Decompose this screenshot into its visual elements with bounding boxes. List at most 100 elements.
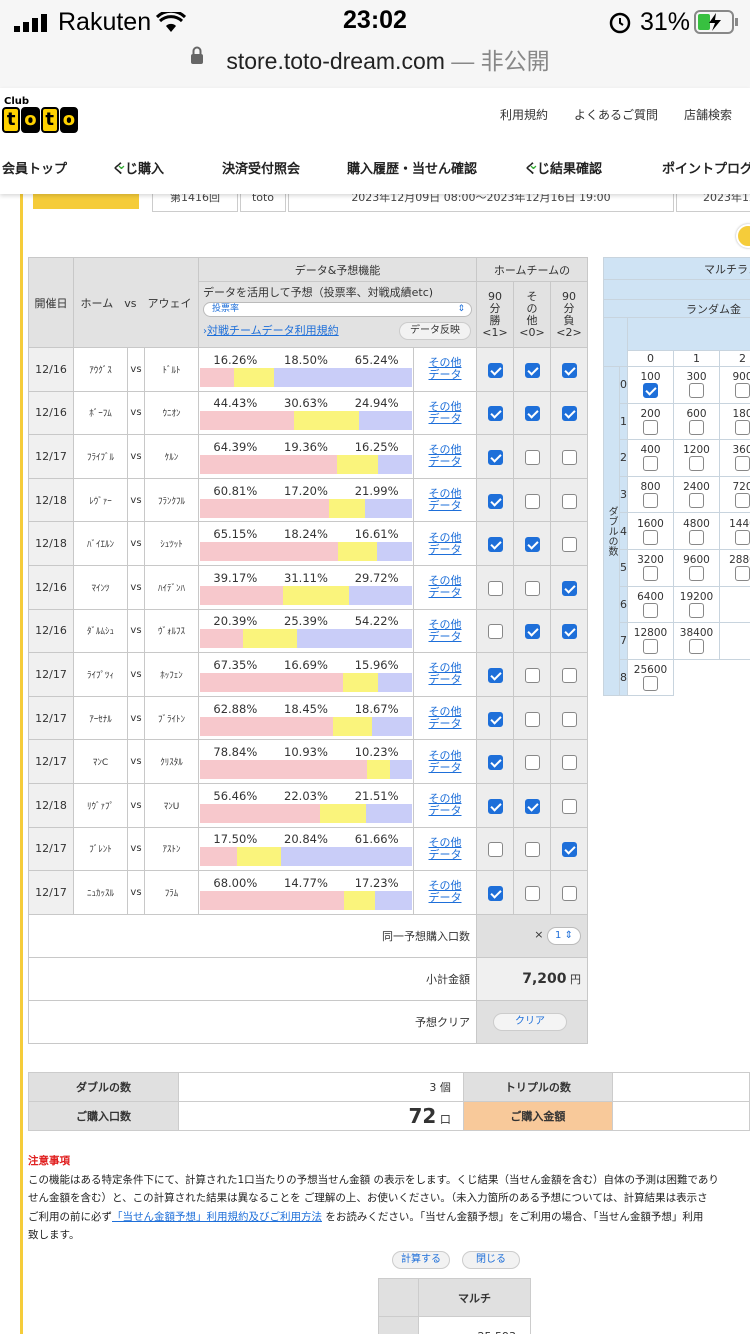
multi-random-checkbox[interactable] (689, 493, 704, 509)
link-terms[interactable]: 利用規約 (500, 106, 548, 123)
pick-checkbox-2[interactable] (561, 885, 577, 901)
pick-checkbox-0[interactable] (524, 580, 540, 596)
pick-checkbox-2[interactable] (561, 406, 577, 422)
pick-checkbox-2[interactable] (561, 493, 577, 509)
other-data-link[interactable]: その他 データ (413, 652, 477, 697)
pick-checkbox-0[interactable] (524, 406, 540, 422)
multi-random-checkbox[interactable] (643, 639, 658, 655)
vote-rate-bar: 20.39% 25.39% 54.22% (198, 608, 414, 654)
multi-random-checkbox[interactable] (735, 566, 750, 582)
url-bar[interactable]: store.toto-dream.com — 非公開 (0, 42, 750, 76)
pick-checkbox-1[interactable] (487, 406, 503, 422)
multi-random-checkbox[interactable] (689, 639, 704, 655)
pick-checkbox-2[interactable] (561, 667, 577, 683)
pick-checkbox-0[interactable] (524, 537, 540, 553)
nav-member-top[interactable]: 会員トップ (2, 158, 67, 177)
other-data-link[interactable]: その他 データ (413, 608, 477, 654)
multi-random-checkbox[interactable] (735, 419, 750, 435)
other-data-link[interactable]: その他 データ (413, 347, 477, 392)
pick-checkbox-1[interactable] (487, 362, 503, 378)
other-data-link[interactable]: その他 データ (413, 564, 477, 610)
multi-random-checkbox[interactable] (735, 493, 750, 509)
multi-random-checkbox[interactable] (643, 493, 658, 509)
other-data-link[interactable]: その他 データ (413, 782, 477, 828)
pick-checkbox-1[interactable] (487, 624, 503, 640)
pick-checkbox-0[interactable] (524, 798, 540, 814)
result-table: マルチ 25,593 (378, 1278, 531, 1334)
pick-checkbox-2[interactable] (561, 580, 577, 596)
pick-checkbox-0[interactable] (524, 885, 540, 901)
multi-random-checkbox[interactable] (643, 456, 658, 472)
pick-checkbox-1[interactable] (487, 537, 503, 553)
pick-checkbox-0[interactable] (524, 755, 540, 771)
pick-checkbox-1[interactable] (487, 798, 503, 814)
other-data-link[interactable]: その他 データ (413, 870, 477, 915)
other-data-link[interactable]: その他 データ (413, 390, 477, 436)
terms-link[interactable]: 対戦チームデータ利用規約 (207, 324, 339, 337)
pick-checkbox-2[interactable] (561, 755, 577, 771)
help-coin-icon[interactable] (736, 224, 750, 248)
pick-checkbox-1[interactable] (487, 755, 503, 771)
multi-random-cell: 400 (627, 439, 674, 477)
pick-checkbox-1[interactable] (487, 711, 503, 727)
pick-checkbox-2[interactable] (561, 537, 577, 553)
multi-random-checkbox[interactable] (643, 419, 658, 435)
same-count-select[interactable]: 1 ⇕ (547, 926, 581, 945)
other-data-link[interactable]: その他 データ (413, 826, 477, 872)
pick-checkbox-1[interactable] (487, 842, 503, 858)
other-data-link[interactable]: その他 データ (413, 434, 477, 479)
multi-random-checkbox[interactable] (689, 566, 704, 582)
pick-checkbox-2[interactable] (561, 711, 577, 727)
close-button[interactable]: 閉じる (462, 1251, 520, 1269)
pick-checkbox-2[interactable] (561, 449, 577, 465)
pick-checkbox-1[interactable] (487, 667, 503, 683)
data-type-select[interactable]: 投票率 ⇕ (203, 302, 472, 317)
calculate-button[interactable]: 計算する (392, 1251, 450, 1269)
pick-checkbox-1[interactable] (487, 580, 503, 596)
multi-random-checkbox[interactable] (735, 383, 750, 399)
pick-checkbox-2[interactable] (561, 842, 577, 858)
multi-random-checkbox[interactable] (643, 602, 658, 618)
toto-logo[interactable]: Club toto (2, 96, 80, 138)
pick-checkbox-2[interactable] (561, 624, 577, 640)
clear-button[interactable]: クリア (493, 1012, 567, 1031)
pick-checkbox-1[interactable] (487, 449, 503, 465)
prediction-terms-link[interactable]: 「当せん金額予想」利用規約及びご利用方法 (112, 1211, 322, 1223)
multi-random-checkbox[interactable] (689, 529, 704, 545)
other-data-link[interactable]: その他 データ (413, 695, 477, 741)
link-store-search[interactable]: 店舗検索 (684, 106, 732, 123)
pick-checkbox-2[interactable] (561, 798, 577, 814)
double-count: 1 (619, 402, 628, 441)
nav-points[interactable]: ポイントプログ (662, 158, 750, 177)
pick-checkbox-0[interactable] (524, 842, 540, 858)
pick-checkbox-0[interactable] (524, 493, 540, 509)
vote-bar-home (200, 411, 295, 431)
pick-checkbox-2[interactable] (561, 362, 577, 378)
pick-checkbox-1[interactable] (487, 493, 503, 509)
pick-checkbox-0[interactable] (524, 449, 540, 465)
multi-random-checkbox[interactable] (689, 602, 704, 618)
other-data-link[interactable]: その他 データ (413, 521, 477, 566)
multi-random-checkbox[interactable] (689, 383, 704, 399)
pick-checkbox-0[interactable] (524, 624, 540, 640)
multi-random-checkbox[interactable] (643, 529, 658, 545)
multi-random-checkbox[interactable] (643, 676, 658, 692)
other-data-link[interactable]: その他 データ (413, 739, 477, 784)
multi-random-checkbox[interactable] (735, 456, 750, 472)
pick-checkbox-0[interactable] (524, 362, 540, 378)
away-team: ｹﾙﾝ (144, 434, 199, 479)
pick-checkbox-1[interactable] (487, 885, 503, 901)
pick-checkbox-0[interactable] (524, 667, 540, 683)
multi-random-checkbox[interactable] (643, 383, 658, 399)
multi-random-checkbox[interactable] (689, 456, 704, 472)
other-data-link[interactable]: その他 データ (413, 477, 477, 523)
multi-random-checkbox[interactable] (689, 419, 704, 435)
multi-random-checkbox[interactable] (735, 529, 750, 545)
nav-payment-inquiry[interactable]: 決済受付照会 (222, 158, 300, 177)
data-reflect-button[interactable]: データ反映 (399, 322, 471, 340)
nav-purchase-history[interactable]: 購入履歴・当せん確認 (347, 158, 477, 177)
link-faq[interactable]: よくあるご質問 (574, 106, 658, 123)
multi-random-checkbox[interactable] (643, 566, 658, 582)
pick-checkbox-0[interactable] (524, 711, 540, 727)
vote-rate-draw: 31.11% (284, 570, 328, 585)
